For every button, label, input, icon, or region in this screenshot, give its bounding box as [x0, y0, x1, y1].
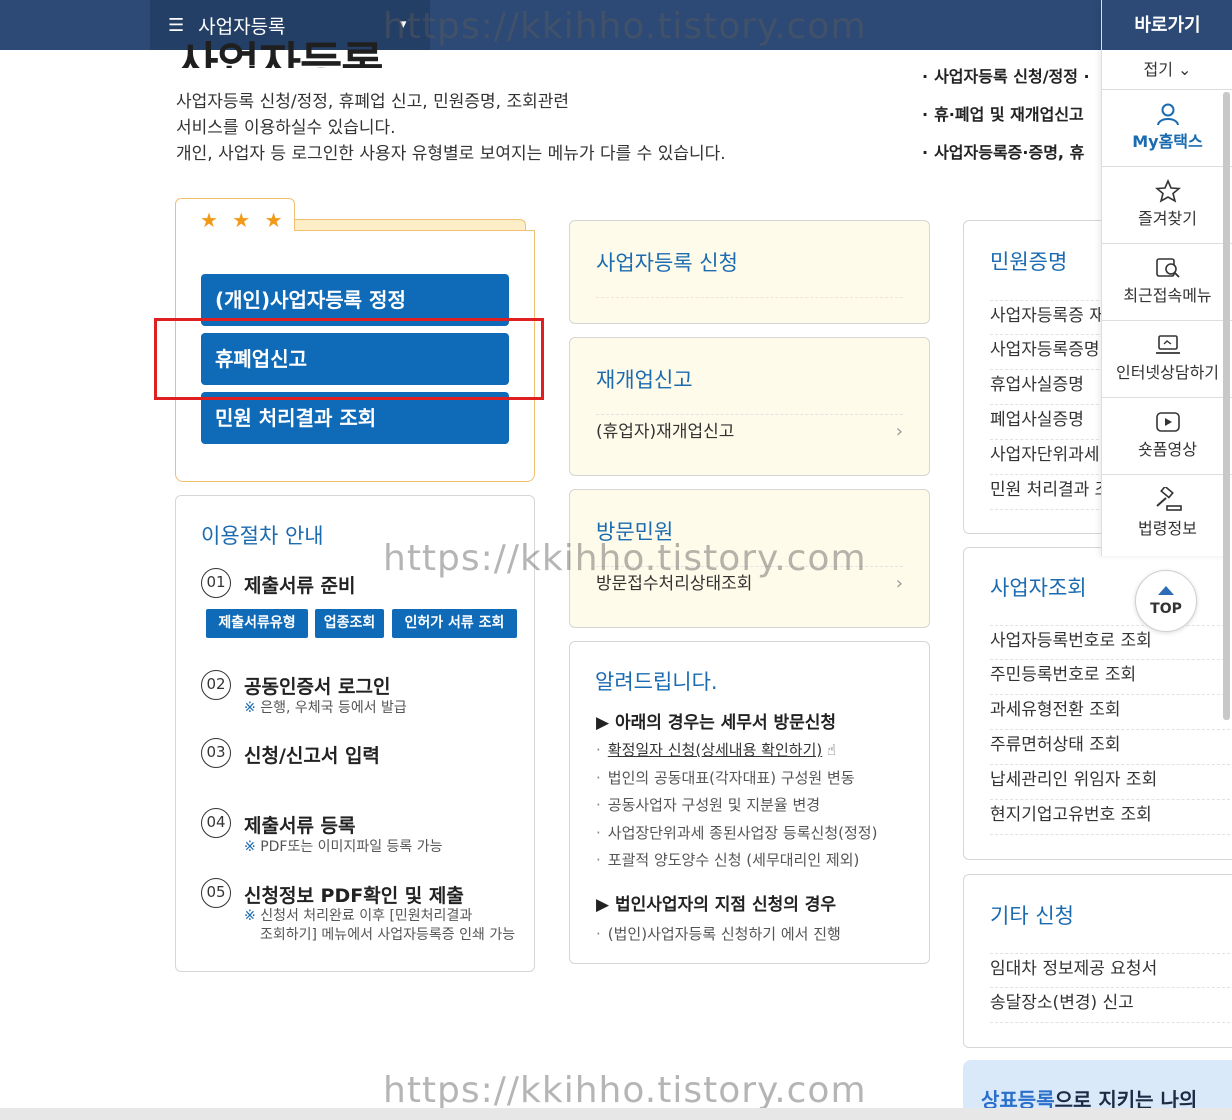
chevron-right-icon: › [895, 573, 903, 594]
industry-lookup-button[interactable]: 업종조회 [315, 609, 384, 638]
my-hometax-link[interactable]: My홈택스 [1102, 90, 1232, 167]
step-number: 02 [201, 670, 231, 700]
quick-link-list: 사업자등록 신청/정정 · 휴·폐업 및 재개업신고 사업자등록증·증명, 휴 [922, 66, 1090, 180]
visit-title: 방문민원 [596, 520, 674, 544]
register-card[interactable]: 사업자등록 신청 [569, 220, 930, 324]
step-label: 제출서류 준비 [244, 575, 356, 597]
note-mark: ※ [244, 908, 256, 924]
divider [596, 297, 903, 331]
intro-line: 개인, 사업자 등 로그인한 사용자 유형별로 보여지는 메뉴가 다를 수 있습… [176, 144, 726, 164]
step-number: 05 [201, 878, 231, 908]
step-number: 01 [201, 568, 231, 598]
fixed-date-link[interactable]: 확정일자 신청(상세내용 확인하기) [608, 741, 822, 759]
note-mark: ※ [244, 700, 256, 716]
highlight-box [154, 318, 544, 400]
scrollbar[interactable] [1223, 92, 1230, 720]
note-text: 은행, 우체국 등에서 발급 [260, 700, 407, 716]
notice-item: (법인)사업자등록 신청하기 에서 진행 [596, 923, 841, 944]
user-icon [1156, 103, 1179, 126]
list-item[interactable]: 과세유형전환 조회 [990, 695, 1230, 730]
note-text: 신청서 처리완료 이후 [민원처리결과 [260, 908, 473, 924]
note-mark: ※ [244, 839, 256, 855]
step-label: 공동인증서 로그인 [244, 676, 391, 698]
note-text: 조회하기] 메뉴에서 사업자등록증 인쇄 가능 [260, 927, 516, 943]
quick-item-label: My홈택스 [1132, 132, 1203, 151]
step-number: 04 [201, 808, 231, 838]
quick-sidebar: 바로가기 접기 ⌄ My홈택스 즐겨찾기 최근접속메뉴 인터넷상담하기 숏폼영상… [1101, 0, 1232, 556]
gavel-icon [1155, 487, 1182, 511]
intro-line: 사업자등록 신청/정정, 휴폐업 신고, 민원증명, 조회관련 [176, 92, 570, 112]
notice-item: 사업장단위과세 종된사업장 등록신청(정정) [596, 822, 878, 843]
visit-card: 방문민원 방문접수처리상태조회 › [569, 489, 930, 628]
hand-pointer-icon: ☝ [827, 741, 837, 759]
register-title: 사업자등록 신청 [596, 251, 738, 275]
top-label: TOP [1150, 601, 1182, 617]
list-item[interactable]: 방문접수처리상태조회 › [596, 566, 903, 600]
step-note: ※ 은행, 우체국 등에서 발급 [244, 699, 407, 718]
quick-link[interactable]: 휴·폐업 및 재개업신고 [922, 104, 1090, 142]
permit-docs-button[interactable]: 인허가 서류 조회 [392, 609, 517, 638]
recent-menu-link[interactable]: 최근접속메뉴 [1102, 244, 1232, 321]
notice-item[interactable]: 확정일자 신청(상세내용 확인하기) ☝ [596, 739, 836, 760]
step-number: 03 [201, 738, 231, 768]
quick-item-label: 법령정보 [1138, 519, 1197, 538]
star-icon: ★ ★ ★ [200, 208, 287, 232]
list-item[interactable]: 사업자등록번호로 조회 [990, 625, 1230, 660]
list-item[interactable]: (휴업자)재개업신고 › [596, 414, 903, 448]
reopen-title: 재개업신고 [596, 368, 693, 392]
step-label: 신청/신고서 입력 [244, 745, 380, 767]
notice-item: 공동사업자 구성원 및 지분율 변경 [596, 794, 820, 815]
step-note: ※ PDF또는 이미지파일 등록 가능 [244, 838, 443, 857]
intro-text: 사업자등록 신청/정정, 휴폐업 신고, 민원증명, 조회관련 서비스를 이용하… [176, 89, 726, 167]
step-label: 제출서류 등록 [244, 815, 356, 837]
quick-item-label: 숏폼영상 [1138, 440, 1197, 459]
bottom-scroll-edge [0, 1108, 1232, 1120]
list-item-label: 방문접수처리상태조회 [596, 574, 753, 594]
law-info-link[interactable]: 법령정보 [1102, 475, 1232, 552]
arrow-up-icon [1158, 586, 1174, 595]
lookup-title: 사업자조회 [990, 576, 1087, 600]
fold-button[interactable]: 접기 ⌄ [1102, 50, 1232, 90]
document-type-button[interactable]: 제출서류유형 [206, 609, 308, 638]
quick-link[interactable]: 사업자등록증·증명, 휴 [922, 142, 1090, 180]
shortform-video-link[interactable]: 숏폼영상 [1102, 398, 1232, 475]
list-item[interactable]: 현지기업고유번호 조회 [990, 800, 1230, 835]
online-consult-link[interactable]: 인터넷상담하기 [1102, 321, 1232, 398]
quick-link[interactable]: 사업자등록 신청/정정 · [922, 66, 1090, 104]
notice-heading: ▶ 아래의 경우는 세무서 방문신청 [596, 713, 837, 733]
quick-item-label: 인터넷상담하기 [1115, 363, 1220, 382]
procedure-title: 이용절차 안내 [201, 524, 324, 548]
list-item[interactable]: 주민등록번호로 조회 [990, 660, 1230, 695]
chevron-right-icon: › [895, 421, 903, 442]
folder-edge [294, 230, 535, 231]
note-text: PDF또는 이미지파일 등록 가능 [260, 839, 443, 855]
list-item-label: (휴업자)재개업신고 [596, 422, 735, 442]
notice-item: 포괄적 양도양수 신청 (세무대리인 제외) [596, 849, 860, 870]
chevron-down-icon[interactable]: ▾ [400, 17, 407, 32]
notice-heading: ▶ 법인사업자의 지점 신청의 경우 [596, 895, 837, 915]
intro-line: 서비스를 이용하실수 있습니다. [176, 118, 396, 138]
page-title: 사업자등록 [176, 37, 383, 68]
list-item[interactable]: 납세관리인 위임자 조회 [990, 765, 1230, 800]
scroll-top-button[interactable]: TOP [1135, 570, 1197, 632]
laptop-icon [1155, 335, 1180, 354]
quick-item-label: 최근접속메뉴 [1123, 286, 1212, 305]
watermark: https://kkihho.tistory.com [383, 1070, 867, 1111]
star-outline-icon [1154, 179, 1181, 203]
notice-title: 알려드립니다. [595, 670, 718, 694]
quick-item-label: 즐겨찾기 [1138, 209, 1197, 228]
list-item[interactable]: 주류면허상태 조회 [990, 730, 1230, 765]
recent-search-icon [1155, 258, 1180, 278]
list-item[interactable]: 임대차 정보제공 요청서 [990, 953, 1230, 988]
reopen-card: 재개업신고 (휴업자)재개업신고 › [569, 337, 930, 476]
video-play-icon [1155, 412, 1180, 432]
quick-sidebar-title: 바로가기 [1102, 0, 1232, 50]
etc-title: 기타 신청 [990, 904, 1074, 928]
step-label: 신청정보 PDF확인 및 제출 [244, 885, 464, 907]
notice-item: 법인의 공동대표(각자대표) 구성원 변동 [596, 767, 855, 788]
list-item[interactable]: 송달장소(변경) 신고 [990, 988, 1230, 1023]
step-note: ※ 신청서 처리완료 이후 [민원처리결과조회하기] 메뉴에서 사업자등록증 인… [244, 907, 515, 945]
favorites-link[interactable]: 즐겨찾기 [1102, 167, 1232, 244]
certificate-title: 민원증명 [990, 250, 1068, 274]
